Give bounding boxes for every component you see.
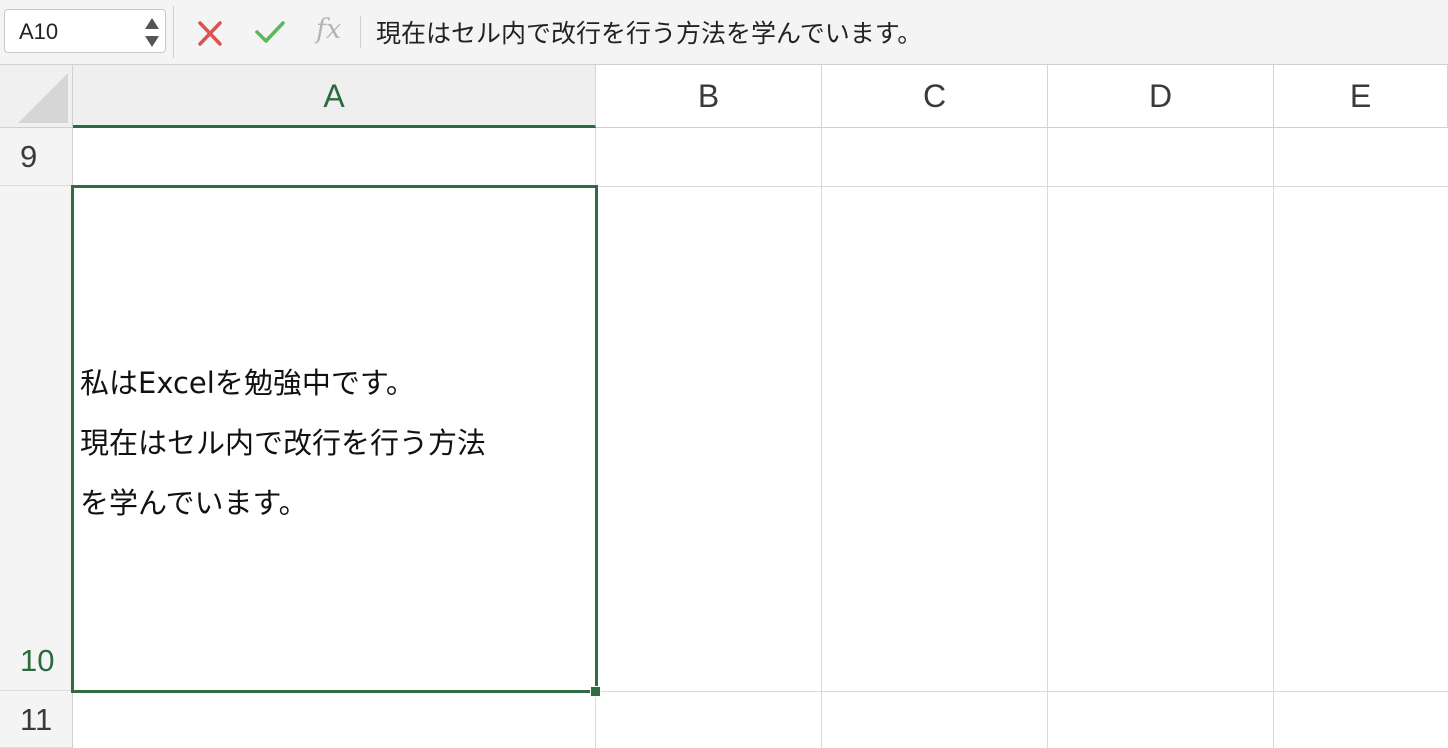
fx-divider xyxy=(360,16,361,48)
enter-icon[interactable] xyxy=(250,12,290,52)
gridline xyxy=(1273,128,1274,748)
column-header-d[interactable]: D xyxy=(1048,65,1274,128)
gridline xyxy=(1047,128,1048,748)
column-header-e[interactable]: E xyxy=(1274,65,1448,128)
insert-function-button[interactable]: fx xyxy=(316,14,341,45)
cancel-icon[interactable] xyxy=(192,12,228,52)
formula-input[interactable]: 現在はセル内で改行を行う方法を学んでいます。 xyxy=(376,14,922,50)
column-header-b[interactable]: B xyxy=(596,65,822,128)
column-header-c[interactable]: C xyxy=(822,65,1048,128)
cell-a9[interactable] xyxy=(73,128,595,186)
select-all-button[interactable] xyxy=(0,65,73,128)
row-header-11[interactable]: 11 xyxy=(0,691,73,748)
cell-a11[interactable] xyxy=(73,692,595,748)
name-box-value: A10 xyxy=(19,19,59,44)
cell-text-line: 私はExcelを勉強中です。 xyxy=(80,366,415,400)
cell-b10[interactable] xyxy=(596,187,821,691)
formula-bar: A10 fx 現在はセル内で改行を行う方法を学んでいます。 xyxy=(0,0,1448,65)
row-header-10[interactable]: 10 xyxy=(0,186,73,691)
gridline xyxy=(821,128,822,748)
column-header-a[interactable]: A xyxy=(73,65,596,128)
stepper-up-icon[interactable] xyxy=(145,18,159,29)
name-box[interactable]: A10 xyxy=(4,9,166,53)
cell-text-line: 現在はセル内で改行を行う方法 xyxy=(80,426,487,460)
stepper-down-icon[interactable] xyxy=(145,36,159,47)
fill-handle[interactable] xyxy=(590,686,601,697)
row-header-9[interactable]: 9 xyxy=(0,128,73,186)
cell-a10-text: 私はExcelを勉強中です。 現在はセル内で改行を行う方法 を学んでいます。 xyxy=(80,353,592,533)
select-all-icon xyxy=(18,73,68,123)
name-box-stepper-icon[interactable] xyxy=(145,14,159,50)
cell-text-line: を学んでいます。 xyxy=(80,486,308,520)
formula-bar-divider xyxy=(173,6,174,58)
